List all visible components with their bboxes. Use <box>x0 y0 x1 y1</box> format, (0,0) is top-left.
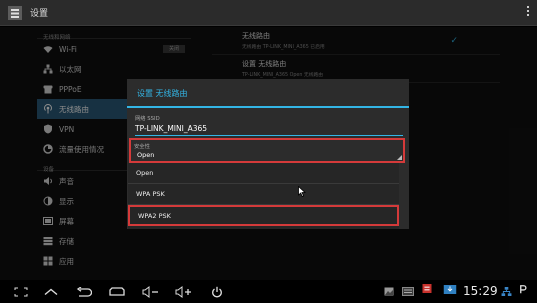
volume-minus-icon[interactable] <box>142 284 160 299</box>
title-bar: 设置 <box>0 0 537 26</box>
ssid-input[interactable]: TP-LINK_MINI_A365 <box>135 124 207 133</box>
security-label: 安全性 <box>134 144 150 150</box>
dialog-title-divider <box>127 106 409 108</box>
security-option-wpa-psk[interactable]: WPA PSK <box>128 184 399 205</box>
mouse-cursor-icon <box>298 186 306 197</box>
system-navigation-bar: 15:29 <box>0 280 537 303</box>
settings-app-icon[interactable] <box>7 5 23 21</box>
volume-plus-icon[interactable] <box>175 284 193 299</box>
security-option-open[interactable]: Open <box>128 163 399 184</box>
screenshot-icon[interactable] <box>12 284 30 299</box>
ssid-input-underline <box>135 135 403 136</box>
parking-p-icon <box>520 285 527 294</box>
app-notification-icon <box>422 284 432 293</box>
app-title: 设置 <box>30 9 49 19</box>
image-notification-icon <box>384 287 394 296</box>
back-icon[interactable] <box>75 284 93 299</box>
security-option-wpa2-psk[interactable]: WPA2 PSK <box>128 205 399 226</box>
overflow-menu-icon[interactable] <box>525 4 531 20</box>
dropdown-caret-icon <box>397 155 402 160</box>
ssid-label: 网络 SSID <box>135 116 160 122</box>
security-dropdown-list: Open WPA PSK WPA2 PSK <box>128 163 399 229</box>
volume-down-icon[interactable] <box>42 284 60 299</box>
download-notification-icon <box>443 285 457 294</box>
ethernet-status-icon <box>501 287 512 296</box>
power-icon[interactable] <box>208 284 226 299</box>
status-clock: 15:29 <box>463 284 498 298</box>
dialog-title: 设置 无线路由 <box>137 89 188 98</box>
home-icon[interactable] <box>108 284 126 299</box>
security-selected-value: Open <box>137 151 155 159</box>
security-spinner[interactable]: 安全性 Open <box>129 138 405 163</box>
keyboard-notification-icon <box>402 287 414 296</box>
